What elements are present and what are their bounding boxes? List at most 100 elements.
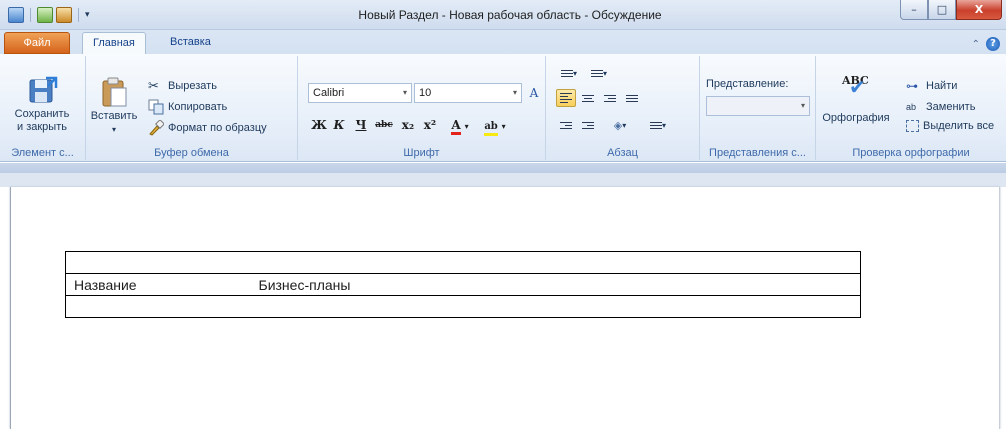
minimize-button[interactable]: – [900, 0, 928, 20]
find-button[interactable]: ⊶ Найти [906, 78, 957, 94]
cut-button[interactable]: ✂ Вырезать [148, 78, 217, 94]
table-row [65, 295, 861, 318]
justify-icon [626, 94, 638, 102]
group-label-element: Элемент с... [11, 147, 74, 159]
paste-label: Вставить [90, 110, 138, 122]
table-row [65, 251, 861, 274]
numbering-button[interactable]: ▾ [586, 64, 612, 82]
select-all-button[interactable]: Выделить все [906, 120, 994, 132]
align-right-button[interactable] [600, 89, 620, 107]
chevron-down-icon: ▾ [800, 101, 805, 110]
align-center-button[interactable] [578, 89, 598, 107]
tab-home[interactable]: Главная [82, 32, 146, 54]
copy-icon [148, 99, 164, 115]
align-left-button[interactable] [556, 89, 576, 107]
maximize-button[interactable]: □ [928, 0, 956, 20]
group-element: Сохранить и закрыть Элемент с... [0, 56, 86, 160]
table-cell[interactable] [250, 251, 861, 274]
group-label-proofing: Проверка орфографии [852, 147, 970, 159]
table-cell[interactable] [250, 295, 861, 318]
collapse-ribbon-icon[interactable]: ⌃ [972, 39, 980, 50]
ribbon-tabs: Файл Главная Вставка ⌃ ? [0, 30, 1006, 54]
group-label-font: Шрифт [403, 147, 440, 159]
strikethrough-button[interactable]: abc [372, 116, 396, 134]
view-label: Представление: [706, 78, 789, 90]
scissors-icon: ✂ [148, 78, 159, 93]
subscript-button[interactable]: x₂ [398, 116, 418, 134]
paintbrush-icon [149, 120, 164, 136]
ribbon: Сохранить и закрыть Элемент с... Вставит… [0, 54, 1006, 162]
numbered-list-icon [590, 69, 603, 77]
spelling-button[interactable]: ABC ✔ Орфография [820, 74, 892, 125]
replace-button[interactable]: ab Заменить [906, 99, 975, 115]
binoculars-icon: ⊶ [906, 79, 918, 93]
font-size-combo[interactable]: 10 ▾ [414, 83, 522, 103]
table-cell[interactable] [65, 295, 251, 318]
align-right-icon [604, 94, 616, 102]
group-paragraph: ▾ ▾ ◈ ▾ ▾ Абзац [546, 56, 700, 160]
chevron-down-icon: ▾ [464, 122, 469, 131]
chevron-down-icon: ▾ [501, 122, 506, 131]
tab-insert[interactable]: Вставка [160, 32, 221, 54]
table-cell[interactable] [65, 251, 251, 274]
tab-file[interactable]: Файл [4, 32, 70, 54]
note-page[interactable]: Название Бизнес-планы [10, 187, 1000, 429]
properties-table: Название Бизнес-планы [65, 251, 861, 318]
superscript-button[interactable]: x² [420, 116, 440, 134]
align-center-icon [582, 94, 594, 102]
group-clipboard: Вставить ▾ ✂ Вырезать Копировать Формат … [86, 56, 298, 160]
format-painter-button[interactable]: Формат по образцу [148, 120, 267, 136]
table-row: Название Бизнес-планы [65, 273, 861, 296]
copy-button[interactable]: Копировать [148, 99, 227, 115]
font-family-combo[interactable]: Calibri ▾ [308, 83, 412, 103]
paste-button[interactable]: Вставить ▾ [90, 76, 138, 136]
group-font: Calibri ▾ 10 ▾ A Ж К Ч abc x₂ x² A ▾ ab … [298, 56, 546, 160]
close-button[interactable]: X [956, 0, 1002, 20]
row-label[interactable]: Название [65, 273, 251, 296]
row-value[interactable]: Бизнес-планы [250, 273, 861, 296]
bullets-button[interactable]: ▾ [556, 64, 582, 82]
ribbon-bottom-strip [0, 163, 1006, 173]
italic-button[interactable]: К [330, 116, 348, 134]
spelling-label: Орфография [822, 112, 890, 124]
layout-icon[interactable] [56, 7, 72, 23]
align-left-icon [560, 93, 572, 103]
replace-icon: ab [906, 102, 917, 112]
clear-format-icon: A [529, 86, 539, 100]
group-label-views: Представления с... [709, 147, 806, 159]
customize-toolbar-icon[interactable]: ▾ [85, 10, 90, 20]
chevron-down-icon: ▾ [512, 88, 517, 97]
spelling-check-icon: ABC ✔ [842, 74, 869, 99]
new-section-icon[interactable] [37, 7, 53, 23]
indent-icon [582, 121, 594, 129]
page-background [0, 173, 1006, 187]
chevron-down-icon: ▾ [402, 88, 407, 97]
bullet-list-icon [560, 69, 573, 77]
increase-indent-button[interactable] [578, 116, 598, 134]
title-bar: ▾ Новый Раздел - Новая рабочая область -… [0, 0, 1006, 30]
line-spacing-icon [649, 121, 662, 129]
shading-button[interactable]: ◈ ▾ [606, 116, 634, 134]
justify-button[interactable] [622, 89, 642, 107]
app-icon[interactable] [8, 7, 24, 23]
view-combo[interactable]: ▾ [706, 96, 810, 116]
decrease-indent-button[interactable] [556, 116, 576, 134]
font-color-button[interactable]: A ▾ [446, 116, 474, 135]
select-all-icon [906, 120, 919, 132]
line-spacing-button[interactable]: ▾ [644, 116, 672, 134]
save-icon [29, 76, 58, 103]
group-proofing: ABC ✔ Орфография ⊶ Найти ab Заменить Выд… [816, 56, 1006, 160]
help-icon[interactable]: ? [986, 37, 1000, 51]
group-label-clipboard: Буфер обмена [154, 147, 229, 159]
bold-button[interactable]: Ж [310, 116, 328, 134]
clear-format-button[interactable]: A [524, 84, 544, 102]
quick-access-toolbar: ▾ [8, 7, 90, 23]
highlight-button[interactable]: ab ▾ [478, 116, 512, 136]
paste-icon [102, 77, 127, 107]
group-label-paragraph: Абзац [607, 147, 638, 159]
paint-bucket-icon: ◈ [613, 118, 623, 132]
window-controls: – □ X [900, 0, 1002, 20]
save-close-button[interactable]: Сохранить и закрыть [4, 76, 80, 134]
paste-dropdown-icon[interactable]: ▾ [112, 123, 116, 136]
underline-button[interactable]: Ч [352, 116, 370, 134]
